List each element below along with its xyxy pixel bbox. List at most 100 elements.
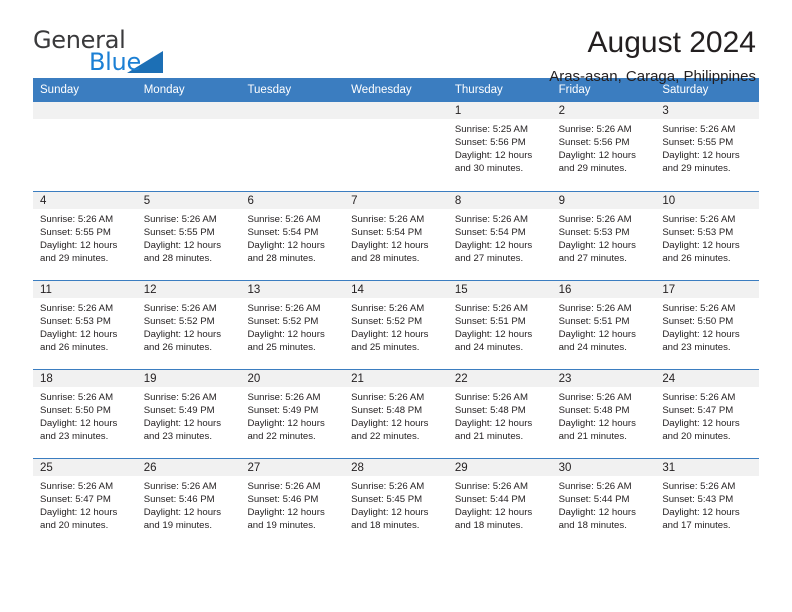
- day-cell[interactable]: 29 Sunrise: 5:26 AM Sunset: 5:44 PM Dayl…: [447, 459, 552, 547]
- day-cell[interactable]: 8 Sunrise: 5:26 AM Sunset: 5:54 PM Dayli…: [447, 192, 552, 280]
- weekday-header-saturday: Saturday: [662, 84, 709, 96]
- day-cell[interactable]: 21 Sunrise: 5:26 AM Sunset: 5:48 PM Dayl…: [344, 370, 448, 458]
- day-cell[interactable]: 11 Sunrise: 5:26 AM Sunset: 5:53 PM Dayl…: [33, 281, 137, 369]
- day-cell[interactable]: 26 Sunrise: 5:26 AM Sunset: 5:46 PM Dayl…: [136, 459, 241, 547]
- day-cell[interactable]: 20 Sunrise: 5:26 AM Sunset: 5:49 PM Dayl…: [240, 370, 345, 458]
- day-number: 21: [344, 370, 448, 387]
- day-cell[interactable]: 14 Sunrise: 5:26 AM Sunset: 5:52 PM Dayl…: [344, 281, 448, 369]
- brand-logo[interactable]: General Blue: [33, 26, 163, 78]
- daylight-text: Daylight: 12 hours and 24 minutes.: [558, 329, 636, 354]
- day-cell[interactable]: 17 Sunrise: 5:26 AM Sunset: 5:50 PM Dayl…: [655, 281, 760, 369]
- day-number: 12: [136, 281, 241, 298]
- day-number: 10: [655, 192, 760, 209]
- calendar-week-row: 1 Sunrise: 5:25 AM Sunset: 5:56 PM Dayli…: [33, 102, 760, 191]
- daylight-text: Daylight: 12 hours and 18 minutes.: [454, 507, 533, 532]
- day-number: 17: [655, 281, 760, 298]
- sunset-text: Sunset: 5:53 PM: [558, 227, 630, 239]
- day-cell[interactable]: 4 Sunrise: 5:26 AM Sunset: 5:55 PM Dayli…: [33, 192, 137, 280]
- day-cell[interactable]: [344, 102, 448, 191]
- sunset-text: Sunset: 5:52 PM: [351, 316, 423, 328]
- day-cell[interactable]: 18 Sunrise: 5:26 AM Sunset: 5:50 PM Dayl…: [33, 370, 137, 458]
- day-cell[interactable]: 10 Sunrise: 5:26 AM Sunset: 5:53 PM Dayl…: [655, 192, 760, 280]
- calendar-week-row: 11 Sunrise: 5:26 AM Sunset: 5:53 PM Dayl…: [33, 280, 760, 369]
- sunset-text: Sunset: 5:44 PM: [454, 494, 526, 506]
- sunset-text: Sunset: 5:48 PM: [454, 405, 526, 417]
- sunrise-text: Sunrise: 5:26 AM: [558, 124, 632, 135]
- day-number: 1: [447, 102, 552, 119]
- daylight-text: Daylight: 12 hours and 22 minutes.: [247, 418, 325, 443]
- day-cell[interactable]: 19 Sunrise: 5:26 AM Sunset: 5:49 PM Dayl…: [136, 370, 241, 458]
- day-number: 3: [655, 102, 760, 119]
- day-cell[interactable]: 30 Sunrise: 5:26 AM Sunset: 5:44 PM Dayl…: [551, 459, 656, 547]
- sunset-text: Sunset: 5:54 PM: [247, 227, 319, 239]
- daylight-text: Daylight: 12 hours and 23 minutes.: [143, 418, 222, 443]
- day-number: 23: [551, 370, 656, 387]
- sunrise-text: Sunrise: 5:26 AM: [143, 392, 217, 403]
- day-details: Sunrise: 5:26 AM Sunset: 5:47 PM Dayligh…: [655, 387, 759, 443]
- day-cell[interactable]: 24 Sunrise: 5:26 AM Sunset: 5:47 PM Dayl…: [655, 370, 760, 458]
- day-details: Sunrise: 5:25 AM Sunset: 5:56 PM Dayligh…: [448, 119, 552, 175]
- sunset-text: Sunset: 5:55 PM: [40, 227, 111, 239]
- day-details: Sunrise: 5:26 AM Sunset: 5:48 PM Dayligh…: [552, 387, 656, 443]
- day-cell[interactable]: 27 Sunrise: 5:26 AM Sunset: 5:46 PM Dayl…: [240, 459, 345, 547]
- sunset-text: Sunset: 5:54 PM: [351, 227, 423, 239]
- page-header: General Blue August 2024 Aras-asan, Cara…: [0, 0, 792, 85]
- day-number: 15: [447, 281, 552, 298]
- title-block: August 2024 Aras-asan, Caraga, Philippin…: [549, 26, 756, 85]
- day-cell[interactable]: 12 Sunrise: 5:26 AM Sunset: 5:52 PM Dayl…: [136, 281, 241, 369]
- sunrise-text: Sunrise: 5:26 AM: [247, 481, 321, 492]
- daylight-text: Daylight: 12 hours and 23 minutes.: [662, 329, 740, 354]
- day-details: Sunrise: 5:26 AM Sunset: 5:55 PM Dayligh…: [33, 209, 137, 265]
- sunset-text: Sunset: 5:47 PM: [662, 405, 734, 417]
- day-cell[interactable]: 16 Sunrise: 5:26 AM Sunset: 5:51 PM Dayl…: [551, 281, 656, 369]
- day-details: Sunrise: 5:26 AM Sunset: 5:54 PM Dayligh…: [240, 209, 344, 265]
- day-cell[interactable]: 2 Sunrise: 5:26 AM Sunset: 5:56 PM Dayli…: [551, 102, 656, 191]
- sunrise-text: Sunrise: 5:26 AM: [454, 214, 528, 225]
- daylight-text: Daylight: 12 hours and 29 minutes.: [558, 150, 636, 175]
- day-number: 18: [33, 370, 137, 387]
- day-cell[interactable]: 1 Sunrise: 5:25 AM Sunset: 5:56 PM Dayli…: [447, 102, 552, 191]
- day-cell[interactable]: 15 Sunrise: 5:26 AM Sunset: 5:51 PM Dayl…: [447, 281, 552, 369]
- day-cell[interactable]: 3 Sunrise: 5:26 AM Sunset: 5:55 PM Dayli…: [655, 102, 760, 191]
- daylight-text: Daylight: 12 hours and 25 minutes.: [351, 329, 429, 354]
- day-cell[interactable]: 31 Sunrise: 5:26 AM Sunset: 5:43 PM Dayl…: [655, 459, 760, 547]
- weekday-header-row: Sunday Monday Tuesday Wednesday Thursday…: [33, 78, 759, 102]
- day-cell[interactable]: 22 Sunrise: 5:26 AM Sunset: 5:48 PM Dayl…: [447, 370, 552, 458]
- sunset-text: Sunset: 5:46 PM: [143, 494, 215, 506]
- daylight-text: Daylight: 12 hours and 21 minutes.: [454, 418, 533, 443]
- sunset-text: Sunset: 5:45 PM: [351, 494, 423, 506]
- day-cell[interactable]: 9 Sunrise: 5:26 AM Sunset: 5:53 PM Dayli…: [551, 192, 656, 280]
- weekday-header-monday: Monday: [143, 84, 185, 96]
- daylight-text: Daylight: 12 hours and 29 minutes.: [40, 240, 118, 265]
- sunrise-text: Sunrise: 5:26 AM: [351, 303, 425, 314]
- day-cell[interactable]: 28 Sunrise: 5:26 AM Sunset: 5:45 PM Dayl…: [344, 459, 448, 547]
- sunset-text: Sunset: 5:47 PM: [40, 494, 111, 506]
- daylight-text: Daylight: 12 hours and 30 minutes.: [454, 150, 533, 175]
- sunset-text: Sunset: 5:52 PM: [247, 316, 319, 328]
- day-cell[interactable]: [33, 102, 137, 191]
- sunrise-text: Sunrise: 5:26 AM: [247, 392, 321, 403]
- day-details: Sunrise: 5:26 AM Sunset: 5:55 PM Dayligh…: [655, 119, 759, 175]
- day-cell[interactable]: [136, 102, 241, 191]
- day-number: 7: [344, 192, 448, 209]
- day-cell[interactable]: 5 Sunrise: 5:26 AM Sunset: 5:55 PM Dayli…: [136, 192, 241, 280]
- brand-name-blue: Blue: [89, 48, 141, 76]
- sunset-text: Sunset: 5:54 PM: [454, 227, 526, 239]
- day-cell[interactable]: 25 Sunrise: 5:26 AM Sunset: 5:47 PM Dayl…: [33, 459, 137, 547]
- day-cell[interactable]: [240, 102, 345, 191]
- day-cell[interactable]: 23 Sunrise: 5:26 AM Sunset: 5:48 PM Dayl…: [551, 370, 656, 458]
- day-cell[interactable]: 6 Sunrise: 5:26 AM Sunset: 5:54 PM Dayli…: [240, 192, 345, 280]
- sunset-text: Sunset: 5:52 PM: [143, 316, 215, 328]
- day-details: Sunrise: 5:26 AM Sunset: 5:44 PM Dayligh…: [448, 476, 552, 532]
- day-number: [136, 102, 241, 119]
- calendar-week-row: 4 Sunrise: 5:26 AM Sunset: 5:55 PM Dayli…: [33, 191, 760, 280]
- day-cell[interactable]: 13 Sunrise: 5:26 AM Sunset: 5:52 PM Dayl…: [240, 281, 345, 369]
- day-details: Sunrise: 5:26 AM Sunset: 5:52 PM Dayligh…: [137, 298, 241, 354]
- daylight-text: Daylight: 12 hours and 25 minutes.: [247, 329, 325, 354]
- sunrise-text: Sunrise: 5:25 AM: [454, 124, 528, 135]
- day-details: Sunrise: 5:26 AM Sunset: 5:48 PM Dayligh…: [344, 387, 448, 443]
- sunrise-text: Sunrise: 5:26 AM: [454, 481, 528, 492]
- day-details: Sunrise: 5:26 AM Sunset: 5:53 PM Dayligh…: [33, 298, 137, 354]
- day-cell[interactable]: 7 Sunrise: 5:26 AM Sunset: 5:54 PM Dayli…: [344, 192, 448, 280]
- day-number: 25: [33, 459, 137, 476]
